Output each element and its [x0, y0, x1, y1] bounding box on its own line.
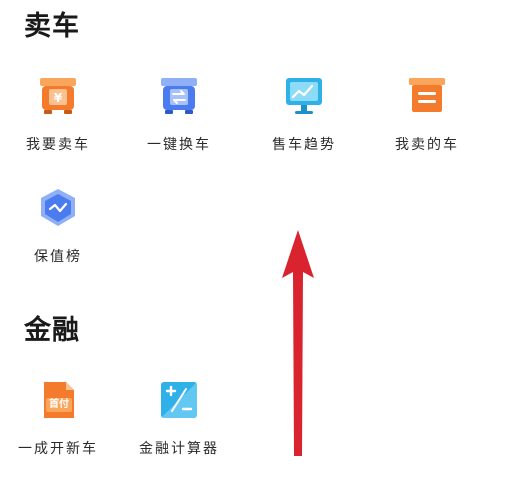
down-payment-badge: 首付 [49, 399, 69, 410]
svg-text:¥: ¥ [54, 91, 63, 105]
calculator-tile[interactable]: 金融计算器 [124, 378, 234, 468]
sell-car-label: 我要卖车 [26, 137, 90, 153]
sales-trend-label: 售车趋势 [272, 137, 336, 153]
exchange-car-label: 一键换车 [147, 137, 211, 153]
my-sold-cars-tile[interactable]: 我卖的车 [372, 74, 482, 164]
down-payment-tile[interactable]: 首付 一成开新车 [3, 378, 113, 468]
exchange-car-icon [157, 74, 201, 118]
down-payment-icon: 首付 [36, 378, 80, 422]
calculator-label: 金融计算器 [139, 441, 219, 457]
finance-section-title: 金融 [24, 315, 80, 346]
my-sold-cars-icon [405, 74, 449, 118]
my-sold-cars-label: 我卖的车 [395, 137, 459, 153]
down-payment-label: 一成开新车 [18, 441, 98, 457]
value-ranking-icon [36, 186, 80, 230]
exchange-car-tile[interactable]: 一键换车 [124, 74, 234, 164]
swipe-up-arrow-icon [282, 230, 314, 456]
sales-trend-icon [282, 74, 326, 118]
sell-car-icon: ¥ [36, 74, 80, 118]
sales-trend-tile[interactable]: 售车趋势 [249, 74, 359, 164]
calculator-icon [157, 378, 201, 422]
sell-section-title: 卖车 [24, 11, 80, 42]
value-ranking-tile[interactable]: 保值榜 [3, 186, 113, 276]
value-ranking-label: 保值榜 [34, 249, 82, 265]
sell-car-tile[interactable]: ¥ 我要卖车 [3, 74, 113, 164]
